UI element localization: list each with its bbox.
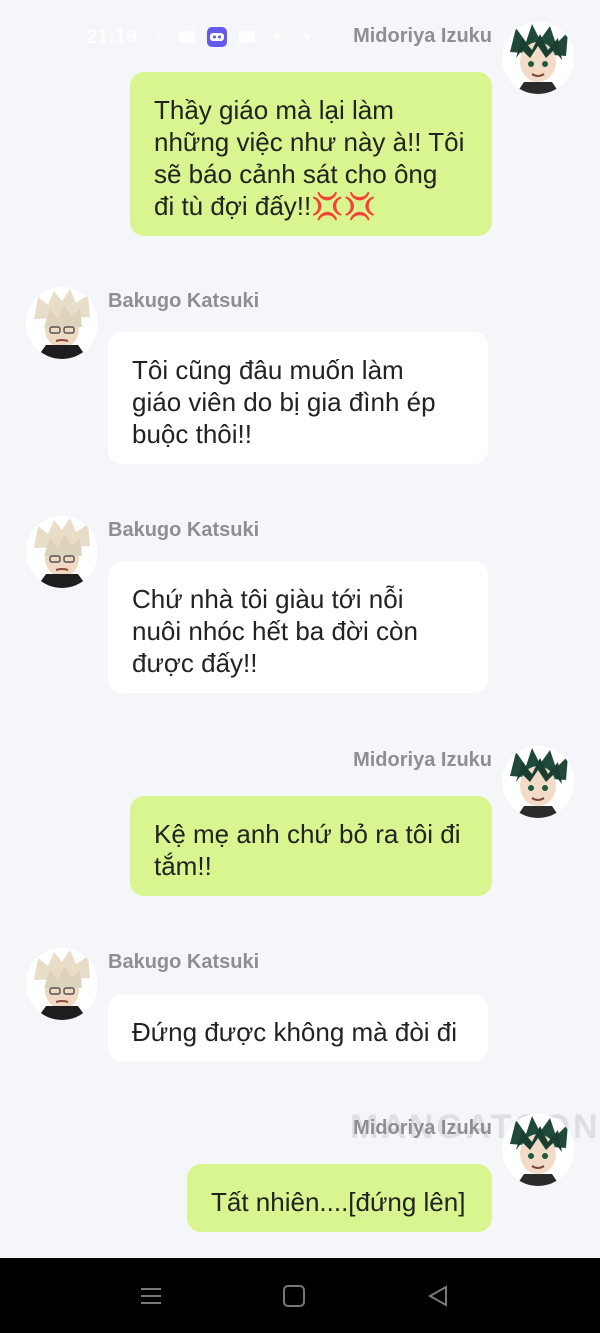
message-bubble[interactable]: Chứ nhà tôi giàu tới nỗi nuôi nhóc hết b… — [108, 561, 488, 693]
avatar-midoriya[interactable] — [502, 22, 574, 94]
message-bubble[interactable]: Tất nhiên....[đứng lên] — [187, 1164, 492, 1232]
avatar-bakugo[interactable] — [26, 287, 98, 359]
avatar-bakugo[interactable] — [26, 516, 98, 588]
recent-apps-icon[interactable] — [137, 1282, 165, 1310]
sender-name: Bakugo Katsuki — [108, 290, 260, 312]
message-bubble[interactable]: Tôi cũng đâu muốn làm giáo viên do bị gi… — [108, 332, 488, 464]
message-bubble[interactable]: Đứng được không mà đòi đi — [108, 994, 488, 1062]
home-icon[interactable] — [280, 1282, 308, 1310]
sender-name: Midoriya Izuku — [353, 1117, 492, 1139]
message-bubble[interactable]: Kệ mẹ anh chứ bỏ ra tôi đi tắm!! — [130, 796, 492, 896]
message-bubble[interactable]: Thầy giáo mà lại làm những việc như này … — [130, 72, 492, 236]
sender-name: Midoriya Izuku — [353, 749, 492, 771]
chat-area[interactable]: Midoriya Izuku Thầy giáo mà lại làm nhữn… — [0, 0, 600, 1258]
sender-name: Midoriya Izuku — [353, 25, 492, 47]
sender-name: Bakugo Katsuki — [108, 519, 260, 541]
avatar-bakugo[interactable] — [26, 948, 98, 1020]
sender-name: Bakugo Katsuki — [108, 951, 260, 973]
back-icon[interactable] — [424, 1282, 452, 1310]
avatar-midoriya[interactable] — [502, 1114, 574, 1186]
navigation-bar — [0, 1258, 600, 1333]
avatar-midoriya[interactable] — [502, 746, 574, 818]
